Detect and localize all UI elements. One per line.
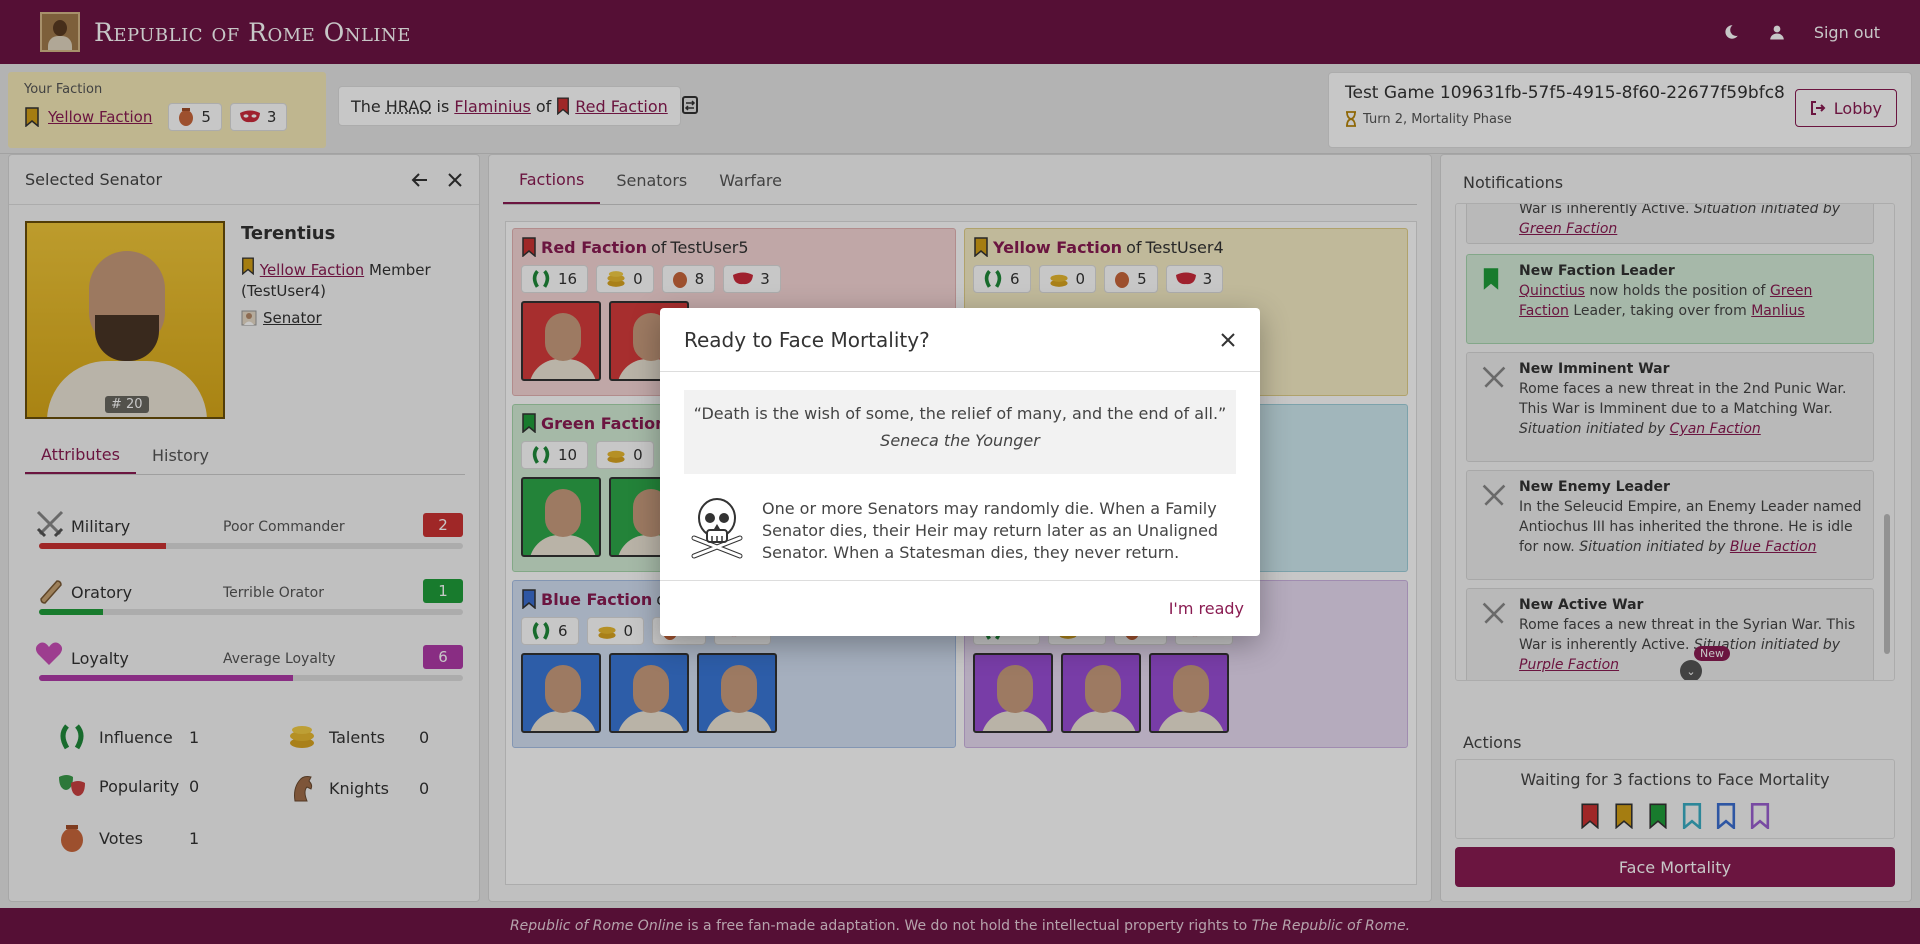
modal-description: One or more Senators may randomly die. W…	[762, 499, 1219, 562]
close-icon[interactable]	[1220, 332, 1236, 348]
skull-crossbones-icon	[686, 492, 748, 564]
quote-author: Seneca the Younger	[880, 431, 1040, 450]
mortality-modal: Ready to Face Mortality? “Death is the w…	[660, 308, 1260, 636]
modal-header: Ready to Face Mortality?	[660, 308, 1260, 372]
modal-body: One or more Senators may randomly die. W…	[686, 492, 1236, 564]
modal-title: Ready to Face Mortality?	[684, 327, 930, 352]
quote-text: “Death is the wish of some, the relief o…	[693, 404, 1227, 423]
modal-footer: I'm ready	[660, 580, 1260, 636]
quote-box: “Death is the wish of some, the relief o…	[684, 390, 1236, 474]
im-ready-button[interactable]: I'm ready	[1169, 599, 1244, 618]
